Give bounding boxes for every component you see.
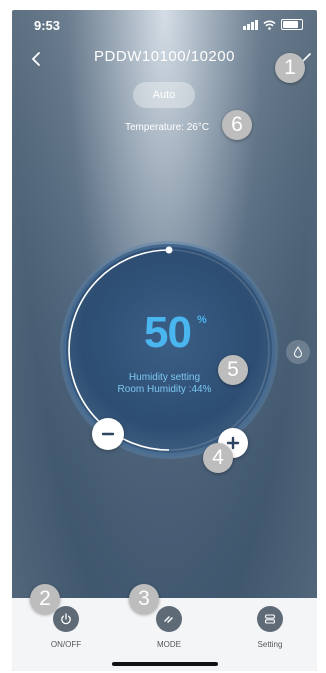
humidity-unit: % — [197, 314, 207, 326]
callout-badge-5: 5 — [218, 355, 248, 385]
mode-icon — [156, 606, 182, 632]
device-screen: 9:53 PDDW10100/10200 Auto Temperature: 2… — [12, 10, 317, 671]
decrease-button[interactable] — [92, 418, 124, 450]
drop-button[interactable] — [286, 340, 310, 364]
callout-badge-3: 3 — [129, 584, 159, 614]
dial-knob — [165, 246, 173, 254]
callout-badge-4: 4 — [203, 443, 233, 473]
callout-badge-2: 2 — [30, 584, 60, 614]
minus-icon — [101, 432, 115, 436]
setting-icon — [257, 606, 283, 632]
power-icon — [53, 606, 79, 632]
room-humidity-label: Room Humidity :44% — [117, 384, 212, 395]
setting-label: Setting — [257, 640, 283, 649]
humidity-setting-label: Humidity setting — [128, 372, 201, 383]
humidity-dial[interactable] — [12, 10, 317, 598]
callout-badge-1: 1 — [275, 53, 305, 83]
water-drop-icon — [293, 346, 303, 358]
mode-label: MODE — [157, 640, 181, 649]
setting-button[interactable]: Setting — [240, 606, 300, 649]
power-label: ON/OFF — [50, 640, 82, 649]
callout-badge-6: 6 — [222, 110, 252, 140]
home-indicator — [112, 662, 218, 666]
bottom-bar: ON/OFF MODE Setting — [12, 598, 317, 671]
humidity-value: 50 — [144, 308, 192, 357]
